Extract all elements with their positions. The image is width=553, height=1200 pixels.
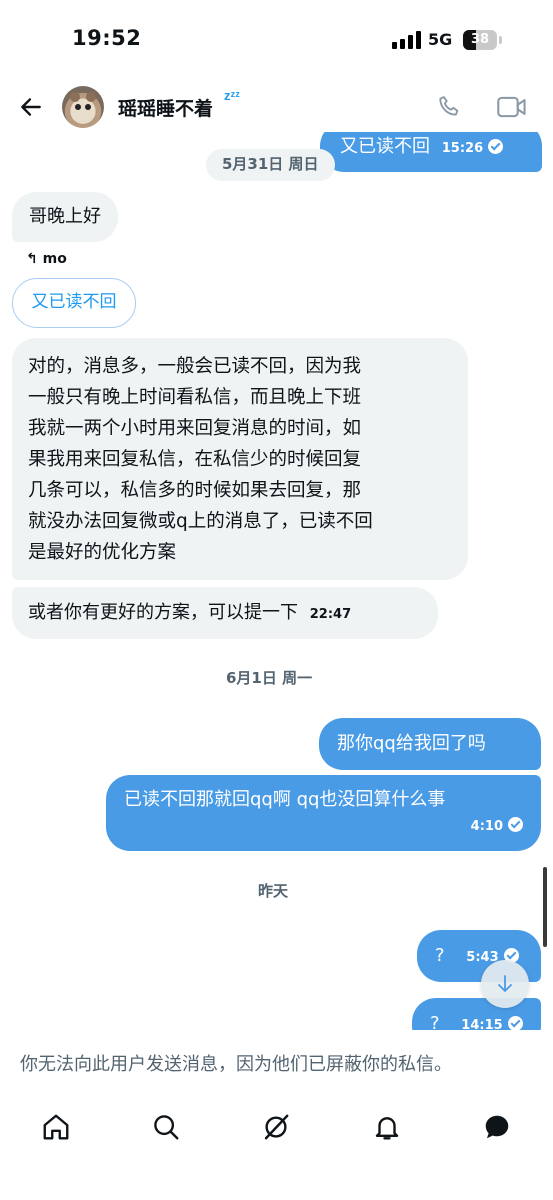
message-line: 一般只有晚上时间看私信，而且晚上下班 — [28, 387, 362, 408]
search-icon[interactable] — [151, 1112, 181, 1142]
video-call-icon[interactable] — [496, 94, 528, 120]
message-text: 又已读不回 — [340, 136, 430, 157]
message-line: 几条可以，私信多的时候如果去回复，那 — [28, 480, 362, 501]
notifications-icon[interactable] — [372, 1112, 402, 1142]
grok-icon[interactable] — [261, 1112, 291, 1142]
date-separator: 昨天 — [258, 882, 289, 900]
battery-icon: 38 — [463, 30, 497, 50]
message-text: 已读不回那就回qq啊 qq也没回算什么事 — [124, 789, 446, 810]
contact-name[interactable]: 瑶瑶睡不着 — [118, 94, 213, 121]
message-time: 22:47 — [309, 607, 352, 622]
status-bar: 19:52 5G 38 — [0, 0, 553, 82]
read-check-icon — [488, 139, 504, 154]
message-line: 对的，消息多，一般会已读不回，因为我 — [28, 356, 362, 377]
battery-tip — [499, 36, 502, 44]
message-line: 我就一两个小时用来回复消息的时间，如 — [28, 418, 362, 439]
message-bubble-out[interactable]: 那你qq给我回了吗 — [319, 718, 541, 770]
message-text: 或者你有更好的方案，可以提一下 — [28, 602, 298, 623]
blocked-notice: 你无法向此用户发送消息，因为他们已屏蔽你的私信。 — [0, 1030, 553, 1098]
scroll-to-bottom-button[interactable] — [481, 960, 529, 1008]
bottom-nav — [0, 1098, 553, 1200]
message-bubble-in[interactable]: 或者你有更好的方案，可以提一下 22:47 — [12, 587, 438, 639]
date-separator: 6月1日 周一 — [226, 669, 313, 687]
phone-call-icon[interactable] — [436, 93, 464, 121]
messages-icon[interactable] — [482, 1112, 512, 1142]
signal-icon — [392, 31, 422, 49]
message-text: ? — [430, 1013, 440, 1030]
battery-level: 38 — [470, 32, 490, 47]
message-list[interactable]: 又已读不回 15:26 5月31日 周日 哥晚上好 ↰ mo 又已读不回 对的，… — [0, 132, 553, 1030]
message-line: 就没办法回复微或q上的消息了，已读不回 — [28, 511, 373, 532]
quoted-message[interactable]: 又已读不回 — [12, 278, 136, 328]
conversation-header: 瑶瑶睡不着 zᶻᶻ — [0, 82, 553, 132]
avatar[interactable] — [62, 86, 104, 128]
read-check-icon — [507, 1016, 523, 1030]
status-time: 19:52 — [72, 26, 142, 50]
message-time: 15:26 — [441, 141, 484, 156]
message-time: 4:10 — [470, 819, 503, 834]
blocked-notice-text: 你无法向此用户发送消息，因为他们已屏蔽你的私信。 — [20, 1054, 452, 1075]
message-bubble-in[interactable]: 对的，消息多，一般会已读不回，因为我 一般只有晚上时间看私信，而且晚上下班 我就… — [12, 338, 468, 580]
back-arrow-icon[interactable] — [18, 94, 44, 120]
reply-arrow-icon: ↰ — [26, 251, 38, 267]
reply-label: ↰ mo — [26, 251, 67, 267]
message-bubble-out[interactable]: 已读不回那就回qq啊 qq也没回算什么事 4:10 — [106, 775, 541, 851]
message-time: 14:15 — [461, 1018, 503, 1030]
home-icon[interactable] — [41, 1112, 71, 1142]
message-line: 果我用来回复私信，在私信少的时候回复 — [28, 449, 362, 470]
message-bubble-out[interactable]: 又已读不回 15:26 — [320, 132, 542, 172]
message-line: 是最好的优化方案 — [28, 542, 177, 563]
date-separator: 5月31日 周日 — [206, 149, 335, 181]
network-type: 5G — [428, 30, 453, 49]
reply-label-text: mo — [42, 251, 67, 267]
message-text: ? — [435, 945, 445, 966]
arrow-down-icon — [498, 975, 512, 992]
sleeping-emoji: zᶻᶻ — [224, 88, 240, 103]
message-bubble-in[interactable]: 哥晚上好 — [12, 192, 118, 242]
read-check-icon — [508, 817, 523, 832]
message-bubble-out[interactable]: ? 14:15 — [412, 998, 541, 1030]
scrollbar[interactable] — [543, 867, 547, 947]
